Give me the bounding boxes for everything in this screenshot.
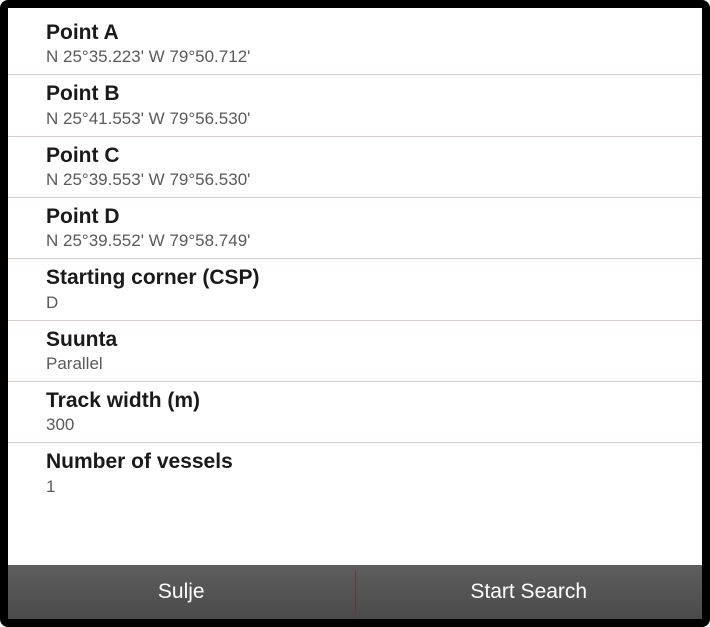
- row-starting-corner[interactable]: Starting corner (CSP) D: [8, 259, 702, 320]
- row-value: D: [46, 292, 686, 314]
- row-point-c[interactable]: Point C N 25°39.553' W 79°56.530': [8, 137, 702, 198]
- row-number-vessels[interactable]: Number of vessels 1: [8, 443, 702, 503]
- row-value: N 25°39.552' W 79°58.749': [46, 230, 686, 252]
- start-search-button[interactable]: Start Search: [356, 565, 703, 619]
- row-point-a[interactable]: Point A N 25°35.223' W 79°50.712': [8, 14, 702, 75]
- row-value: 1: [46, 476, 686, 498]
- row-title: Starting corner (CSP): [46, 265, 686, 291]
- row-direction[interactable]: Suunta Parallel: [8, 321, 702, 382]
- row-point-d[interactable]: Point D N 25°39.552' W 79°58.749': [8, 198, 702, 259]
- row-title: Point A: [46, 20, 686, 46]
- row-title: Track width (m): [46, 388, 686, 414]
- close-button[interactable]: Sulje: [8, 565, 355, 619]
- bottom-bar: Sulje Start Search: [8, 565, 702, 619]
- row-value: N 25°41.553' W 79°56.530': [46, 108, 686, 130]
- row-title: Suunta: [46, 327, 686, 353]
- row-value: N 25°39.553' W 79°56.530': [46, 169, 686, 191]
- row-title: Point D: [46, 204, 686, 230]
- row-title: Number of vessels: [46, 449, 686, 475]
- row-value: Parallel: [46, 353, 686, 375]
- row-value: 300: [46, 414, 686, 436]
- row-value: N 25°35.223' W 79°50.712': [46, 46, 686, 68]
- settings-list: Point A N 25°35.223' W 79°50.712' Point …: [8, 8, 702, 565]
- row-track-width[interactable]: Track width (m) 300: [8, 382, 702, 443]
- row-title: Point B: [46, 81, 686, 107]
- row-point-b[interactable]: Point B N 25°41.553' W 79°56.530': [8, 75, 702, 136]
- row-title: Point C: [46, 143, 686, 169]
- app-frame: Point A N 25°35.223' W 79°50.712' Point …: [0, 0, 710, 627]
